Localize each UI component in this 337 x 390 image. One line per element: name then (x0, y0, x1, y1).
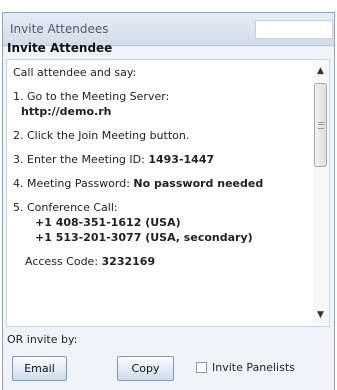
email-button[interactable]: Email (12, 356, 67, 381)
instructions-text: Call attendee and say: 1. Go to the Meet… (13, 65, 303, 269)
step-5-label: 5. Conference Call: (13, 201, 118, 214)
step-4: 4. Meeting Password: No password needed (13, 176, 303, 191)
meeting-password: No password needed (133, 177, 264, 190)
invite-panelists-checkbox[interactable] (196, 362, 207, 373)
scroll-down-arrow-icon[interactable]: ▼ (315, 309, 326, 321)
window-title: Invite Attendees (10, 22, 109, 36)
step-2-text: 2. Click the Join Meeting button. (13, 129, 190, 142)
access-code-label: Access Code: (25, 255, 102, 268)
intro-text: Call attendee and say: (13, 66, 137, 79)
phone-number-secondary: +1 513-201-3077 (USA, secondary) (35, 231, 253, 244)
step-3: 3. Enter the Meeting ID: 1493-1447 (13, 152, 303, 167)
invite-panelists-label[interactable]: Invite Panelists (212, 361, 295, 374)
section-heading: Invite Attendee (7, 41, 113, 55)
step-1-label: 1. Go to the Meeting Server: (13, 90, 170, 103)
instructions-box: Call attendee and say: 1. Go to the Meet… (6, 59, 330, 327)
access-code-value: 3232169 (101, 255, 156, 268)
access-code: Access Code: 3232169 (13, 254, 303, 269)
scroll-thumb[interactable] (314, 83, 327, 167)
step-3-label: 3. Enter the Meeting ID: (13, 153, 149, 166)
step-4-label: 4. Meeting Password: (13, 177, 134, 190)
scroll-up-arrow-icon[interactable]: ▲ (315, 65, 326, 77)
invite-by-label: OR invite by: (7, 333, 78, 346)
phone-number-primary: +1 408-351-1612 (USA) (35, 216, 181, 229)
meeting-id: 1493-1447 (148, 153, 215, 166)
copy-button[interactable]: Copy (117, 356, 174, 381)
vertical-scrollbar[interactable]: ▲ ▼ (313, 61, 328, 325)
meeting-server-url: http://demo.rh (21, 105, 112, 118)
title-bar-field (255, 20, 333, 39)
